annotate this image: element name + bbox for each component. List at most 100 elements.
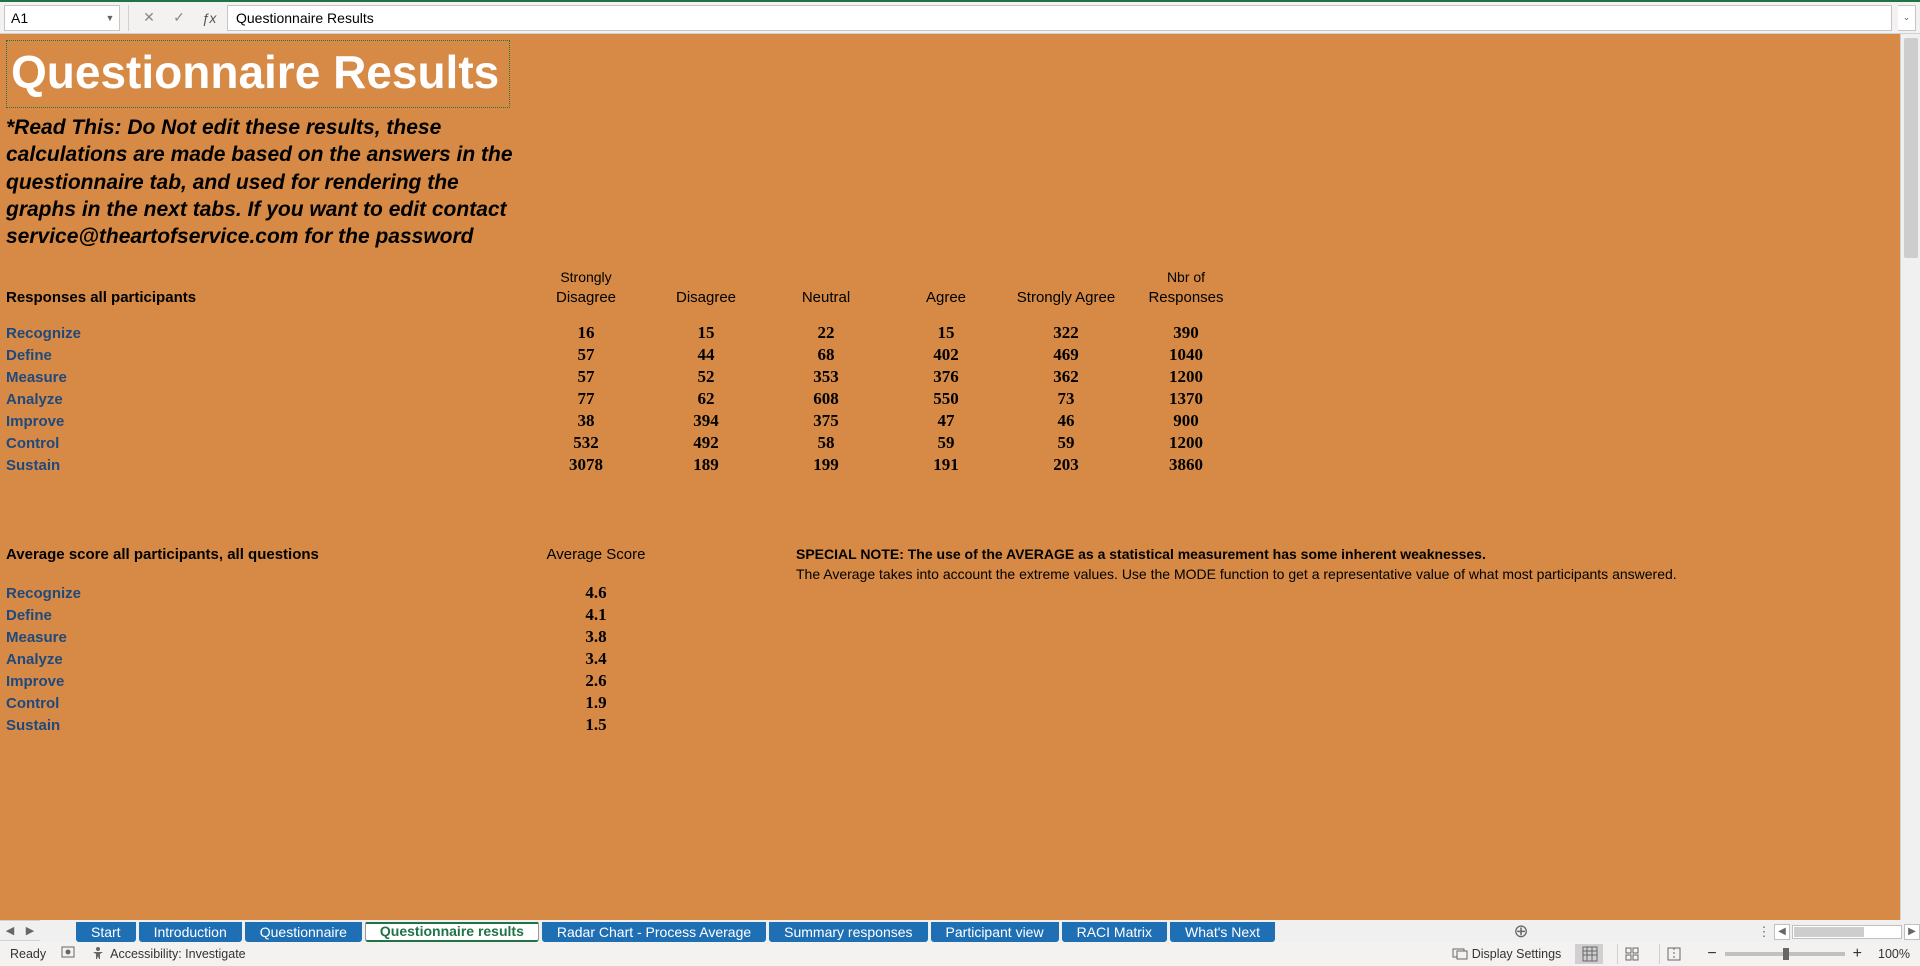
col-header: Responses [1126,289,1246,306]
responses-table: Strongly Nbr of Responses all participan… [6,268,1900,476]
worksheet[interactable]: Questionnaire Results *Read This: Do Not… [0,34,1900,920]
formula-bar: ▼ ✕ ✓ ƒx ⌄ [0,2,1920,34]
table-row: Recognize4.6 [6,582,1900,604]
accessibility-button[interactable]: Accessibility: Investigate [90,946,245,962]
sheet-tab[interactable]: Introduction [139,922,242,942]
zoom-slider-knob[interactable] [1783,948,1789,960]
vertical-scrollbar[interactable] [1900,34,1920,920]
selected-cell-a1[interactable]: Questionnaire Results [6,40,510,108]
sheet-tab[interactable]: Start [76,922,136,942]
cell-value: 4.6 [506,583,686,603]
table-row: Recognize16152215322390 [6,322,1900,344]
special-note-bold: SPECIAL NOTE: The use of the AVERAGE as … [796,546,1677,562]
cell-value: 402 [886,345,1006,365]
normal-view-button[interactable] [1575,944,1603,964]
cell-value: 22 [766,323,886,343]
name-box[interactable] [5,6,101,30]
read-this-note: *Read This: Do Not edit these results, t… [6,114,526,250]
sheet-tab[interactable]: Participant view [931,922,1059,942]
sheet-tab[interactable]: Questionnaire [245,922,362,942]
cell-value: 59 [1006,433,1126,453]
table-row: Improve2.6 [6,670,1900,692]
cell-value: 46 [1006,411,1126,431]
new-sheet-button[interactable]: ⊕ [1508,922,1534,942]
sheet-tab[interactable]: Summary responses [769,922,927,942]
zoom-out-button[interactable]: − [1707,945,1716,963]
col-header: Nbr of [1126,270,1246,284]
cell-value: 4.1 [506,605,686,625]
cell-value: 44 [646,345,766,365]
col-header: Agree [886,289,1006,306]
cell-value: 3860 [1126,455,1246,475]
tab-nav-prev-icon[interactable]: ◀ [0,921,20,941]
cell-value: 1200 [1126,367,1246,387]
zoom-in-button[interactable]: + [1853,945,1862,963]
horizontal-scrollbar[interactable]: ◀ ▶ [1774,924,1920,940]
col-header: Disagree [526,289,646,306]
cell-value: 38 [526,411,646,431]
sheet-tab[interactable]: What's Next [1170,922,1275,942]
sheet-tab[interactable]: Questionnaire results [365,922,539,942]
average-table: Average score all participants, all ques… [6,546,1900,736]
row-label: Control [6,435,526,452]
row-label: Measure [6,369,526,386]
cell-value: 68 [766,345,886,365]
cell-value: 1200 [1126,433,1246,453]
average-heading: Average score all participants, all ques… [6,546,506,563]
tab-nav-next-icon[interactable]: ▶ [20,921,40,941]
hscroll-right-icon[interactable]: ▶ [1904,924,1920,940]
col-header: Strongly [526,270,646,284]
avg-col-header: Average Score [506,546,686,563]
page-layout-view-button[interactable] [1617,944,1645,964]
cell-value: 3.8 [506,627,686,647]
name-box-container[interactable]: ▼ [4,5,120,31]
cell-value: 57 [526,367,646,387]
cell-value: 52 [646,367,766,387]
cell-value: 1.5 [506,715,686,735]
zoom-control[interactable]: − + 100% [1707,945,1910,963]
row-label: Recognize [6,585,506,602]
expand-formula-bar-icon[interactable]: ⌄ [1898,5,1916,31]
status-bar: Ready Accessibility: Investigate Display… [0,940,1920,966]
cell-value: 322 [1006,323,1126,343]
row-label: Sustain [6,717,506,734]
display-settings-button[interactable]: Display Settings [1452,946,1562,962]
row-label: Measure [6,629,506,646]
table-row: Define4.1 [6,604,1900,626]
row-label: Improve [6,673,506,690]
tab-scroll-options-icon[interactable]: ⋮ [1754,922,1774,942]
cell-value: 2.6 [506,671,686,691]
table-row: Measure57523533763621200 [6,366,1900,388]
special-note: SPECIAL NOTE: The use of the AVERAGE as … [796,546,1677,582]
sheet-tab[interactable]: Radar Chart - Process Average [542,922,766,942]
cell-value: 1.9 [506,693,686,713]
enter-formula-button[interactable]: ✓ [167,6,191,30]
zoom-slider[interactable] [1725,952,1845,956]
sheet-tab[interactable]: RACI Matrix [1062,922,1167,942]
cancel-formula-button[interactable]: ✕ [137,6,161,30]
hscroll-left-icon[interactable]: ◀ [1774,924,1790,940]
cell-value: 199 [766,455,886,475]
cell-value: 532 [526,433,646,453]
zoom-level[interactable]: 100% [1870,947,1910,961]
cell-value: 469 [1006,345,1126,365]
page-break-view-button[interactable] [1659,944,1687,964]
hscroll-thumb[interactable] [1794,927,1864,937]
scrollbar-thumb[interactable] [1904,38,1918,258]
macro-record-icon[interactable] [60,944,76,963]
responses-heading: Responses all participants [6,289,526,306]
cell-value: 58 [766,433,886,453]
row-label: Define [6,347,526,364]
cell-value: 900 [1126,411,1246,431]
cell-value: 73 [1006,389,1126,409]
cell-value: 608 [766,389,886,409]
fx-icon[interactable]: ƒx [197,6,221,30]
hscroll-track[interactable] [1792,925,1902,939]
page-title: Questionnaire Results [11,46,499,98]
special-note-text: The Average takes into account the extre… [796,566,1677,582]
row-label: Sustain [6,457,526,474]
row-label: Recognize [6,325,526,342]
row-label: Improve [6,413,526,430]
formula-input[interactable] [227,5,1892,31]
name-box-dropdown-icon[interactable]: ▼ [101,6,119,30]
